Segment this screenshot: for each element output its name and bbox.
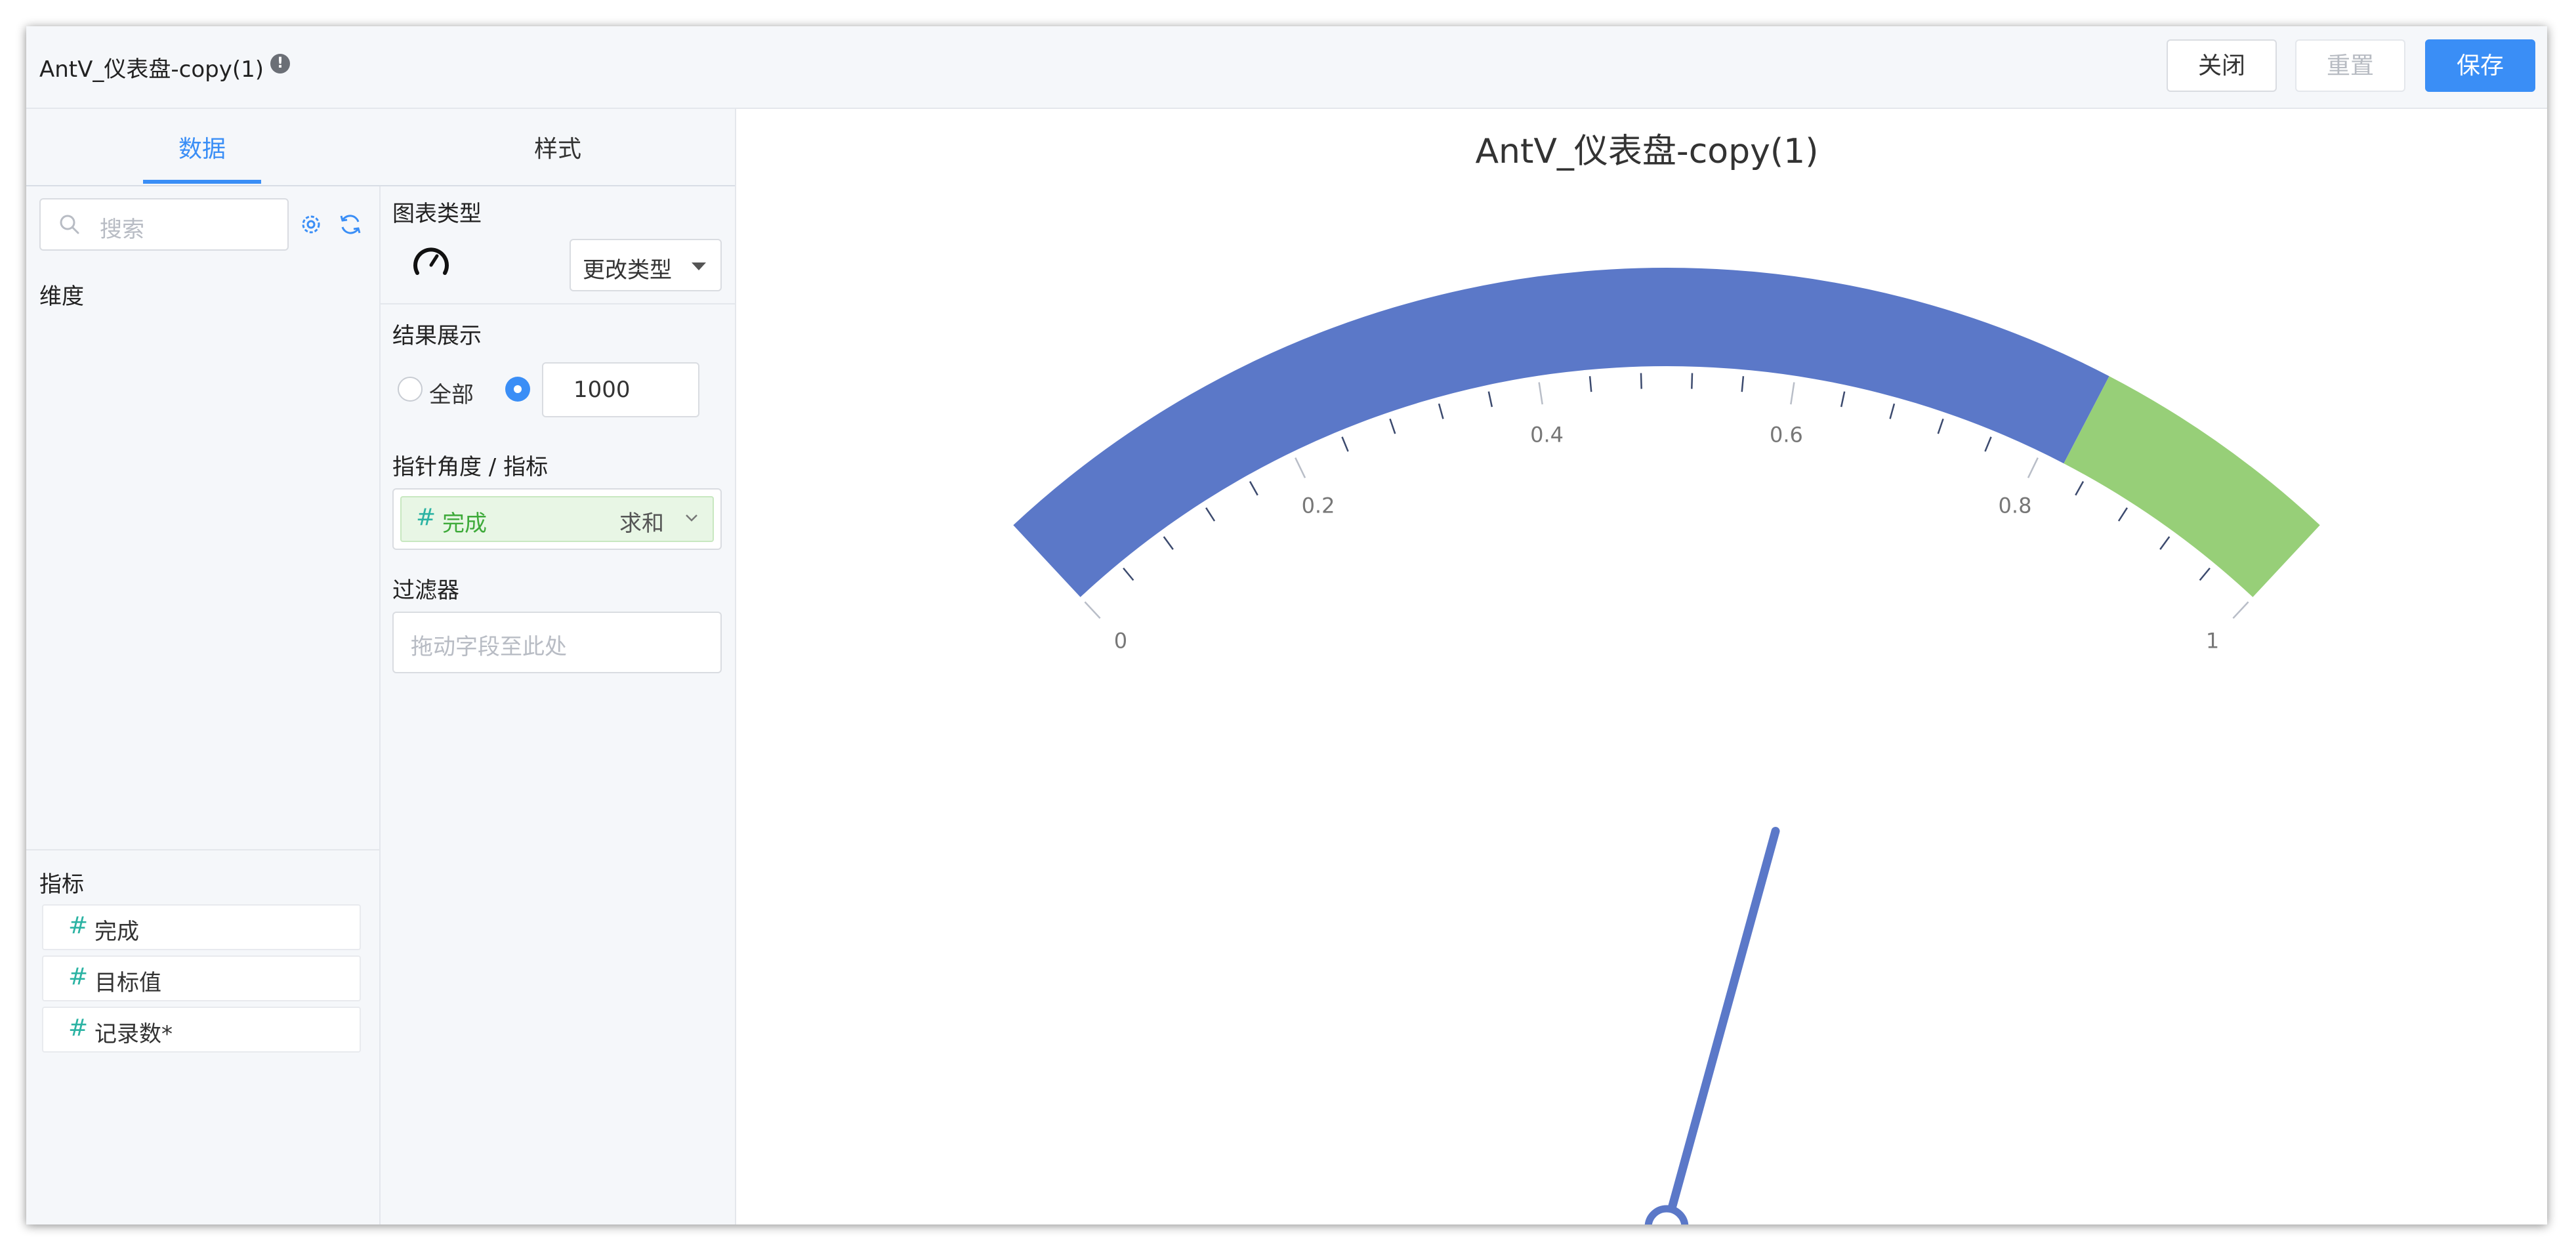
gauge-tick-label: 0.4 xyxy=(1530,423,1564,448)
change-type-dropdown[interactable]: 更改类型 xyxy=(570,239,722,291)
result-display-label: 结果展示 xyxy=(392,323,482,349)
close-button[interactable]: 关闭 xyxy=(2167,39,2277,92)
search-placeholder: 搜索 xyxy=(100,217,144,243)
gauge-minor-tick xyxy=(2199,567,2211,581)
config-column: 图表类型 更改类型 结果展示 全部 1000 指针角度 / 指标 # 完成 求和… xyxy=(381,186,735,1225)
chart-canvas: AntV_仪表盘-copy(1) 0 0.2 0.4 0.6 0.8 1 xyxy=(747,109,2547,1225)
panel-tabs: 数据 样式 xyxy=(26,109,735,186)
fields-column: 搜索 维度 指标 # 完成 # 目标值 # 记录数* xyxy=(26,186,381,1225)
gauge-major-tick xyxy=(1538,382,1543,405)
gauge-minor-tick xyxy=(1123,567,1134,581)
left-panel: 数据 样式 搜索 维度 指标 # 完成 # 目标值 # 记录数* 图表类型 更改… xyxy=(26,109,736,1225)
gauge-minor-tick xyxy=(1205,507,1216,522)
gauge-minor-tick xyxy=(1984,436,1992,452)
gauge-tick-label: 0 xyxy=(1114,629,1127,654)
search-icon xyxy=(60,215,79,234)
measure-item-target[interactable]: # 目标值 xyxy=(42,955,361,1001)
page-title: AntV_仪表盘-copy(1) xyxy=(39,56,264,83)
number-field-icon: # xyxy=(416,504,436,531)
settings-icon[interactable] xyxy=(299,213,323,236)
change-type-label: 更改类型 xyxy=(583,257,672,283)
gauge-chart: 0 0.2 0.4 0.6 0.8 1 xyxy=(1013,267,2320,1225)
editor-window: AntV_仪表盘-copy(1) ! 关闭 重置 保存 数据 样式 搜索 维度 … xyxy=(26,26,2547,1225)
gauge-tick-label: 0.8 xyxy=(1999,493,2032,518)
gauge-major-tick xyxy=(2027,457,2039,478)
result-limit-value: 1000 xyxy=(573,377,631,403)
filter-drop-zone[interactable]: 拖动字段至此处 xyxy=(392,612,722,673)
tab-style[interactable]: 样式 xyxy=(534,130,581,164)
save-button[interactable]: 保存 xyxy=(2425,39,2535,92)
info-icon[interactable]: ! xyxy=(270,54,290,73)
measure-label: 完成 xyxy=(94,919,139,945)
divider xyxy=(26,849,379,850)
caret-down-icon xyxy=(692,262,706,270)
filter-placeholder: 拖动字段至此处 xyxy=(411,634,567,660)
gauge-major-tick xyxy=(1790,382,1795,405)
gauge-minor-tick xyxy=(1741,376,1745,392)
number-field-icon: # xyxy=(68,1015,89,1041)
reset-button[interactable]: 重置 xyxy=(2295,39,2405,92)
gauge-minor-tick xyxy=(1438,403,1444,419)
pointer-drop-zone[interactable]: # 完成 求和 xyxy=(392,488,722,550)
gauge-minor-tick xyxy=(1389,418,1396,434)
gauge-tick-label: 0.6 xyxy=(1770,423,1803,448)
gauge-minor-tick xyxy=(1889,403,1896,419)
chart-type-label: 图表类型 xyxy=(392,201,482,227)
gauge-minor-tick xyxy=(1249,481,1258,496)
gauge-minor-tick xyxy=(2117,507,2128,522)
number-field-icon: # xyxy=(68,963,89,990)
gauge-major-tick xyxy=(1084,601,1101,619)
chevron-down-icon[interactable] xyxy=(685,513,698,522)
gauge-minor-tick xyxy=(2159,536,2171,551)
result-limit-input[interactable]: 1000 xyxy=(542,362,699,417)
header-bar: AntV_仪表盘-copy(1) ! 关闭 重置 保存 xyxy=(26,26,2547,109)
gauge-band-1 xyxy=(2064,376,2320,597)
measure-label: 记录数* xyxy=(94,1021,173,1047)
gauge-chart-icon[interactable] xyxy=(409,240,453,283)
aggregation-label[interactable]: 求和 xyxy=(619,505,664,537)
filter-label: 过滤器 xyxy=(392,577,459,604)
gauge-minor-tick xyxy=(2075,481,2085,496)
gauge-minor-tick xyxy=(1840,391,1846,408)
dimensions-label: 维度 xyxy=(39,283,84,310)
measure-item-record-count[interactable]: # 记录数* xyxy=(42,1007,361,1053)
gauge-major-tick xyxy=(2232,601,2249,619)
radio-selected-dot xyxy=(514,385,522,393)
pointer-label: 指针角度 / 指标 xyxy=(392,454,549,480)
gauge-tick-label: 1 xyxy=(2206,629,2219,654)
gauge-needle-hub xyxy=(1644,1205,1689,1225)
tab-data[interactable]: 数据 xyxy=(178,130,226,164)
number-field-icon: # xyxy=(68,912,89,939)
pointer-field-name: 完成 xyxy=(442,511,487,537)
gauge-minor-tick xyxy=(1640,373,1642,389)
refresh-icon[interactable] xyxy=(339,213,362,236)
result-all-label: 全部 xyxy=(429,382,474,408)
result-all-radio[interactable] xyxy=(398,377,423,402)
active-tab-indicator xyxy=(143,180,261,184)
gauge-minor-tick xyxy=(1487,391,1493,408)
search-input[interactable]: 搜索 xyxy=(39,198,289,251)
gauge-tick-label: 0.2 xyxy=(1302,493,1335,518)
measures-label: 指标 xyxy=(39,871,84,898)
gauge-needle xyxy=(1667,827,1780,1213)
gauge-minor-tick xyxy=(1341,436,1349,452)
result-limit-radio[interactable] xyxy=(505,377,530,402)
divider xyxy=(381,303,735,304)
measure-label: 目标值 xyxy=(94,970,161,996)
gauge-major-tick xyxy=(1295,457,1306,478)
measure-item-complete[interactable]: # 完成 xyxy=(42,904,361,950)
gauge-minor-tick xyxy=(1937,418,1944,434)
pointer-field-pill[interactable]: # 完成 求和 xyxy=(400,496,714,542)
gauge-minor-tick xyxy=(1589,376,1592,392)
gauge-minor-tick xyxy=(1163,536,1174,551)
